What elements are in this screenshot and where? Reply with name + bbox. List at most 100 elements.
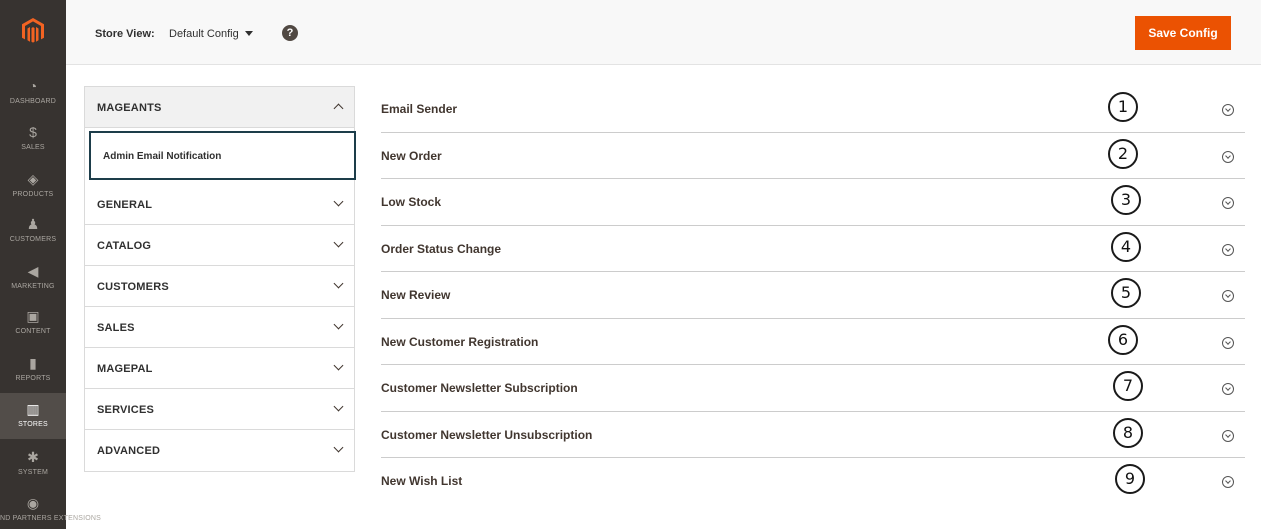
chevron-circle-down-icon[interactable] (1222, 104, 1234, 116)
nav-item-label: ND PARTNERS EXTENSIONS (0, 515, 101, 522)
help-icon[interactable]: ? (282, 25, 298, 41)
nav-item-sales[interactable]: $ SALES (0, 116, 66, 162)
box-icon: ◈ (27, 171, 39, 187)
chevron-down-icon (333, 319, 344, 330)
tab-group-sales[interactable]: SALES (85, 307, 354, 348)
megaphone-icon: ◀ (27, 263, 39, 279)
nav-item-marketing[interactable]: ◀ MARKETING (0, 255, 66, 301)
chevron-circle-down-icon[interactable] (1222, 150, 1234, 163)
tab-item-label: Admin Email Notification (103, 151, 222, 162)
store-view-label: Store View: (95, 28, 155, 40)
dollar-icon: $ (29, 124, 37, 140)
chevron-circle-down-icon[interactable] (1222, 336, 1234, 349)
number-callout: 5 (1111, 278, 1141, 308)
number-callout: 3 (1111, 185, 1141, 215)
tab-group-customers[interactable]: CUSTOMERS (85, 266, 354, 307)
config-tabs: MAGEANTS Admin Email Notification GENERA… (84, 86, 356, 472)
layout-icon: ▣ (26, 308, 40, 324)
number-callout: 6 (1108, 324, 1138, 355)
section-title[interactable]: Low Stock (381, 195, 441, 209)
tab-group-title: SERVICES (97, 404, 155, 416)
chevron-circle-down-icon[interactable] (1222, 197, 1234, 209)
dashboard-icon: ◔ (28, 78, 38, 94)
tab-group-title: CATALOG (97, 240, 152, 252)
section-title[interactable]: New Wish List (381, 474, 462, 488)
config-section[interactable]: New Review 5 (381, 272, 1245, 319)
config-section[interactable]: New Wish List 9 (381, 458, 1245, 505)
person-icon: ♟ (26, 216, 40, 232)
config-section[interactable]: Email Sender 1 (381, 86, 1245, 133)
nav-item-label: PRODUCTS (12, 191, 54, 198)
tab-group-services[interactable]: SERVICES (85, 389, 354, 430)
config-section[interactable]: New Customer Registration 6 (381, 319, 1245, 365)
nav-item-label: MARKETING (11, 283, 55, 290)
chevron-circle-down-icon[interactable] (1222, 383, 1234, 395)
chevron-down-icon (333, 360, 344, 371)
section-title[interactable]: Order Status Change (381, 242, 501, 256)
section-title[interactable]: New Review (381, 288, 450, 302)
section-title[interactable]: Customer Newsletter Subscription (381, 381, 578, 395)
nav-item-dashboard[interactable]: ◔ DASHBOARD (0, 70, 66, 116)
chevron-circle-down-icon[interactable] (1222, 290, 1234, 302)
nav-item-stores[interactable]: ▥ STORES (0, 393, 66, 439)
chevron-circle-down-icon[interactable] (1222, 429, 1234, 442)
tab-group-title: MAGEANTS (97, 102, 162, 114)
nav-item-label: SALES (21, 144, 45, 151)
config-section[interactable]: Low Stock 3 (381, 179, 1245, 226)
config-section[interactable]: New Order 2 (381, 133, 1245, 179)
chevron-down-icon (333, 442, 344, 453)
chevron-down-icon (333, 237, 344, 248)
number-callout: 2 (1108, 138, 1138, 169)
number-callout: 9 (1115, 464, 1145, 494)
partners-icon: ◉ (26, 495, 40, 511)
nav-item-system[interactable]: ✱ SYSTEM (0, 441, 66, 487)
section-title[interactable]: New Customer Registration (381, 335, 538, 349)
section-title[interactable]: New Order (381, 149, 442, 163)
nav-item-nd-partners-extensions[interactable]: ◉ ND PARTNERS EXTENSIONS (0, 487, 101, 529)
magento-logo-icon[interactable] (0, 0, 66, 62)
admin-sidebar: ◔ DASHBOARD $ SALES ◈ PRODUCTS ♟ CUSTOMERS ◀ MARK… (0, 0, 101, 529)
tab-group-mageants[interactable]: MAGEANTS (85, 86, 354, 128)
save-config-button[interactable]: Save Config (1135, 16, 1231, 50)
config-section[interactable]: Customer Newsletter Unsubscription 8 (381, 412, 1245, 458)
nav-item-reports[interactable]: ▮ REPORTS (0, 347, 66, 393)
config-sections: Email Sender 1 New Order 2 Low Stock 3 Order S… (381, 86, 1245, 505)
nav-item-customers[interactable]: ♟ CUSTOMERS (0, 208, 66, 254)
tab-group-title: GENERAL (97, 199, 153, 211)
number-callout: 1 (1108, 92, 1138, 122)
store-view-value: Default Config (169, 28, 239, 40)
nav-item-label: STORES (18, 421, 48, 428)
tab-group-catalog[interactable]: CATALOG (85, 225, 354, 266)
chevron-down-icon (333, 196, 344, 207)
number-callout: 8 (1113, 417, 1143, 448)
page-actions-bar: Store View: Default Config ? Save Config (66, 0, 1261, 65)
tab-group-title: CUSTOMERS (97, 281, 169, 293)
chevron-down-icon (333, 401, 344, 412)
tab-group-advanced[interactable]: ADVANCED (85, 430, 354, 471)
storefront-icon: ▥ (26, 401, 40, 417)
chevron-circle-down-icon[interactable] (1222, 476, 1234, 488)
tab-group-title: SALES (97, 322, 135, 334)
nav-item-content[interactable]: ▣ CONTENT (0, 300, 66, 346)
chevron-circle-down-icon[interactable] (1222, 243, 1234, 256)
nav-item-products[interactable]: ◈ PRODUCTS (0, 163, 66, 209)
tab-group-title: ADVANCED (97, 445, 161, 457)
nav-item-label: CUSTOMERS (9, 236, 57, 243)
store-view-switcher[interactable]: Default Config (169, 28, 253, 40)
nav-item-label: DASHBOARD (9, 98, 57, 105)
tab-group-title: MAGEPAL (97, 363, 153, 375)
gear-icon: ✱ (27, 449, 39, 465)
tab-item-admin-email-notification[interactable]: Admin Email Notification (89, 131, 356, 180)
section-title[interactable]: Email Sender (381, 102, 457, 116)
number-callout: 4 (1111, 231, 1141, 262)
tab-group-magepal[interactable]: MAGEPAL (85, 348, 354, 389)
nav-item-label: CONTENT (15, 328, 51, 335)
config-section[interactable]: Order Status Change 4 (381, 226, 1245, 272)
chevron-down-icon (333, 278, 344, 289)
config-section[interactable]: Customer Newsletter Subscription 7 (381, 365, 1245, 412)
nav-item-label: SYSTEM (18, 469, 48, 476)
number-callout: 7 (1113, 371, 1143, 401)
nav-item-label: REPORTS (15, 375, 51, 382)
section-title[interactable]: Customer Newsletter Unsubscription (381, 428, 592, 442)
tab-group-general[interactable]: GENERAL (85, 184, 354, 225)
